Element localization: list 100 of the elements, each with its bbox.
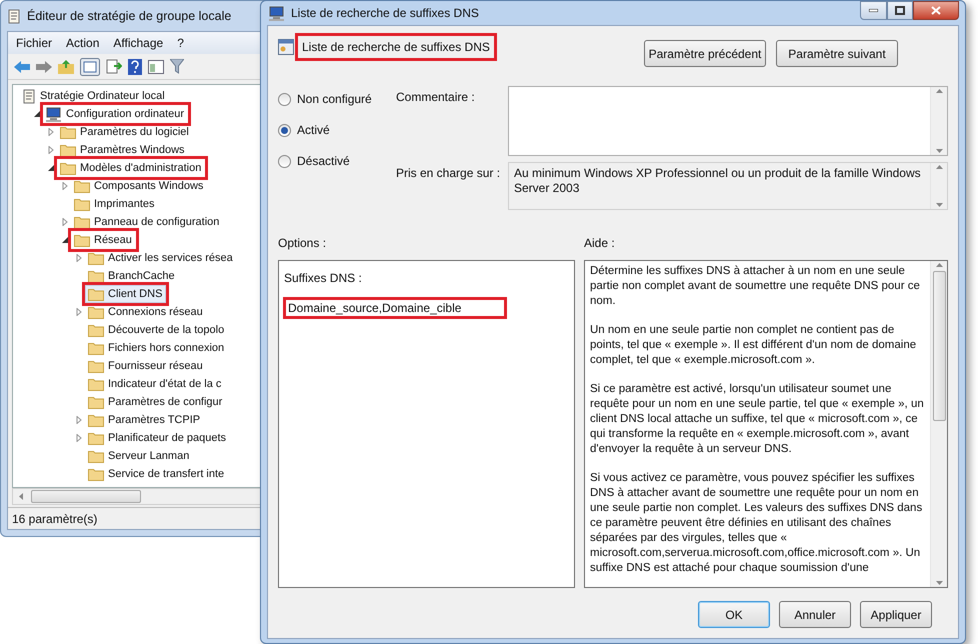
radio-option[interactable]: Non configuré [278,90,372,108]
export-list-icon[interactable] [106,59,122,74]
window-pane-icon[interactable] [148,60,164,74]
help-paragraph: Détermine les suffixes DNS à attacher à un nom en une seule partie non complet avant de soumettre une requête DNS pour ce nom. [590,264,921,309]
close-button[interactable] [913,1,959,20]
scroll-down-icon[interactable] [936,149,942,153]
folder-icon [88,324,104,336]
dialog-button[interactable]: Appliquer [860,601,932,628]
help-paragraph: Un nom en une seule partie non complet ne contient pas de points, tel que « exemple ». Il est différent d'un nom de domaine complet, tel que « exemple.microsoft.com ». [590,323,918,368]
scroll-up-icon[interactable] [936,165,942,169]
folder-icon [88,360,104,372]
folder-icon [60,144,76,156]
folder-icon [88,306,104,318]
tree-item-label: Serveur Lanman [108,448,190,464]
folder-icon [88,432,104,444]
tree-item-label: Paramètres de configur [108,394,222,410]
dialog-button[interactable]: Annuler [779,601,851,628]
expander-icon[interactable] [61,236,69,244]
folder-icon [88,450,104,462]
tree-item-label: Configuration ordinateur [66,106,184,122]
tree-item[interactable]: Stratégie Ordinateur local [19,86,169,106]
tree-item-label: Stratégie Ordinateur local [40,88,165,104]
filter-icon[interactable] [170,59,184,74]
minimize-button[interactable] [860,1,887,20]
vertical-scrollbar[interactable] [930,261,947,587]
nav-button[interactable]: Paramètre précédent [644,40,766,67]
radio-option[interactable]: Activé [278,121,330,139]
radio-option[interactable]: Désactivé [278,152,350,170]
tree-item-label: Planificateur de paquets [108,430,226,446]
tree-item-label: Paramètres du logiciel [80,124,189,140]
folder-icon [88,342,104,354]
maximize-button[interactable] [887,1,913,20]
scroll-up-icon[interactable] [936,263,942,267]
window-title: Liste de recherche de suffixes DNS [291,5,479,22]
policy-heading: Liste de recherche de suffixes DNS [298,36,494,58]
tree-item[interactable]: Modèles d'administration [57,158,206,178]
scroll-down-icon[interactable] [936,203,942,207]
menu-item[interactable]: Fichier [10,34,58,52]
tree-item-label: Fichiers hors connexion [108,340,224,356]
menu-item[interactable]: Action [60,34,106,52]
tree-item-label: BranchCache [108,268,175,284]
menu-item[interactable]: Affichage [107,34,170,52]
folder-icon [74,216,90,228]
folder-icon [88,414,104,426]
back-arrow-icon[interactable] [14,60,30,72]
tree-item[interactable]: Réseau [71,230,136,250]
tree-item[interactable]: Fichiers hors connexion [85,338,228,358]
field-label: Suffixes DNS : [283,270,363,287]
forward-arrow-icon[interactable] [36,60,52,72]
computer-icon [46,106,62,122]
computer-icon [269,6,285,20]
menu-item[interactable]: ? [171,34,190,52]
folder-icon [88,288,104,300]
tree-item[interactable]: Client DNS [85,284,166,304]
tree-item-label: Service de transfert inte [108,466,224,482]
tree-item-label: Indicateur d'état de la c [108,376,222,392]
nav-button[interactable]: Paramètre suivant [776,40,898,67]
tree-item-label: Composants Windows [94,178,204,194]
tree-item[interactable]: Imprimantes [71,194,159,214]
pane-toggle-icon[interactable] [80,58,100,76]
expander-icon[interactable] [47,164,55,172]
field-label: Commentaire : [396,89,476,106]
comment-field[interactable] [508,86,948,156]
tree-item[interactable]: BranchCache [85,266,179,286]
tree-item-label: Panneau de configuration [94,214,220,230]
tree-item[interactable]: Fournisseur réseau [85,356,207,376]
tree-item[interactable]: Paramètres du logiciel [57,122,193,142]
tree-item-label: Paramètres TCPIP [108,412,200,428]
tree-item[interactable]: Indicateur d'état de la c [85,374,226,394]
tree-item[interactable]: Découverte de la topolo [85,320,228,340]
tree-item[interactable]: Panneau de configuration [71,212,224,232]
tree-item[interactable]: Composants Windows [71,176,208,196]
tree-item[interactable]: Paramètres Windows [57,140,189,160]
scroll-up-icon[interactable] [936,89,942,93]
folder-icon [88,270,104,282]
input-field[interactable]: Domaine_source,Domaine_cible [283,297,507,319]
field-label: Pris en charge sur : [396,165,502,182]
tree-item[interactable]: Connexions réseau [85,302,207,322]
folder-icon [88,468,104,480]
folder-icon [60,162,76,174]
vertical-scrollbar[interactable] [930,87,947,155]
window-title: Éditeur de stratégie de groupe locale [27,8,232,25]
tree-item[interactable]: Paramètres de configur [85,392,226,412]
help-icon[interactable] [128,58,142,74]
scroll-left-icon[interactable] [19,493,23,500]
scroll-down-icon[interactable] [936,581,942,585]
expander-icon[interactable] [33,110,41,118]
tree-item-label: Client DNS [108,286,162,302]
tree-item[interactable]: Activer les services résea [85,248,237,268]
folder-up-icon[interactable] [58,60,74,74]
tree-item[interactable]: Configuration ordinateur [43,104,188,124]
dialog-button[interactable]: OK [698,601,770,628]
tree-item-label: Imprimantes [94,196,155,212]
restore-icon [895,6,905,15]
tree-item[interactable]: Paramètres TCPIP [85,410,204,430]
tree-item[interactable]: Planificateur de paquets [85,428,230,448]
minimize-icon [869,9,878,12]
tree-item-label: Modèles d'administration [80,160,202,176]
tree-item[interactable]: Service de transfert inte [85,464,228,484]
tree-item[interactable]: Serveur Lanman [85,446,194,466]
